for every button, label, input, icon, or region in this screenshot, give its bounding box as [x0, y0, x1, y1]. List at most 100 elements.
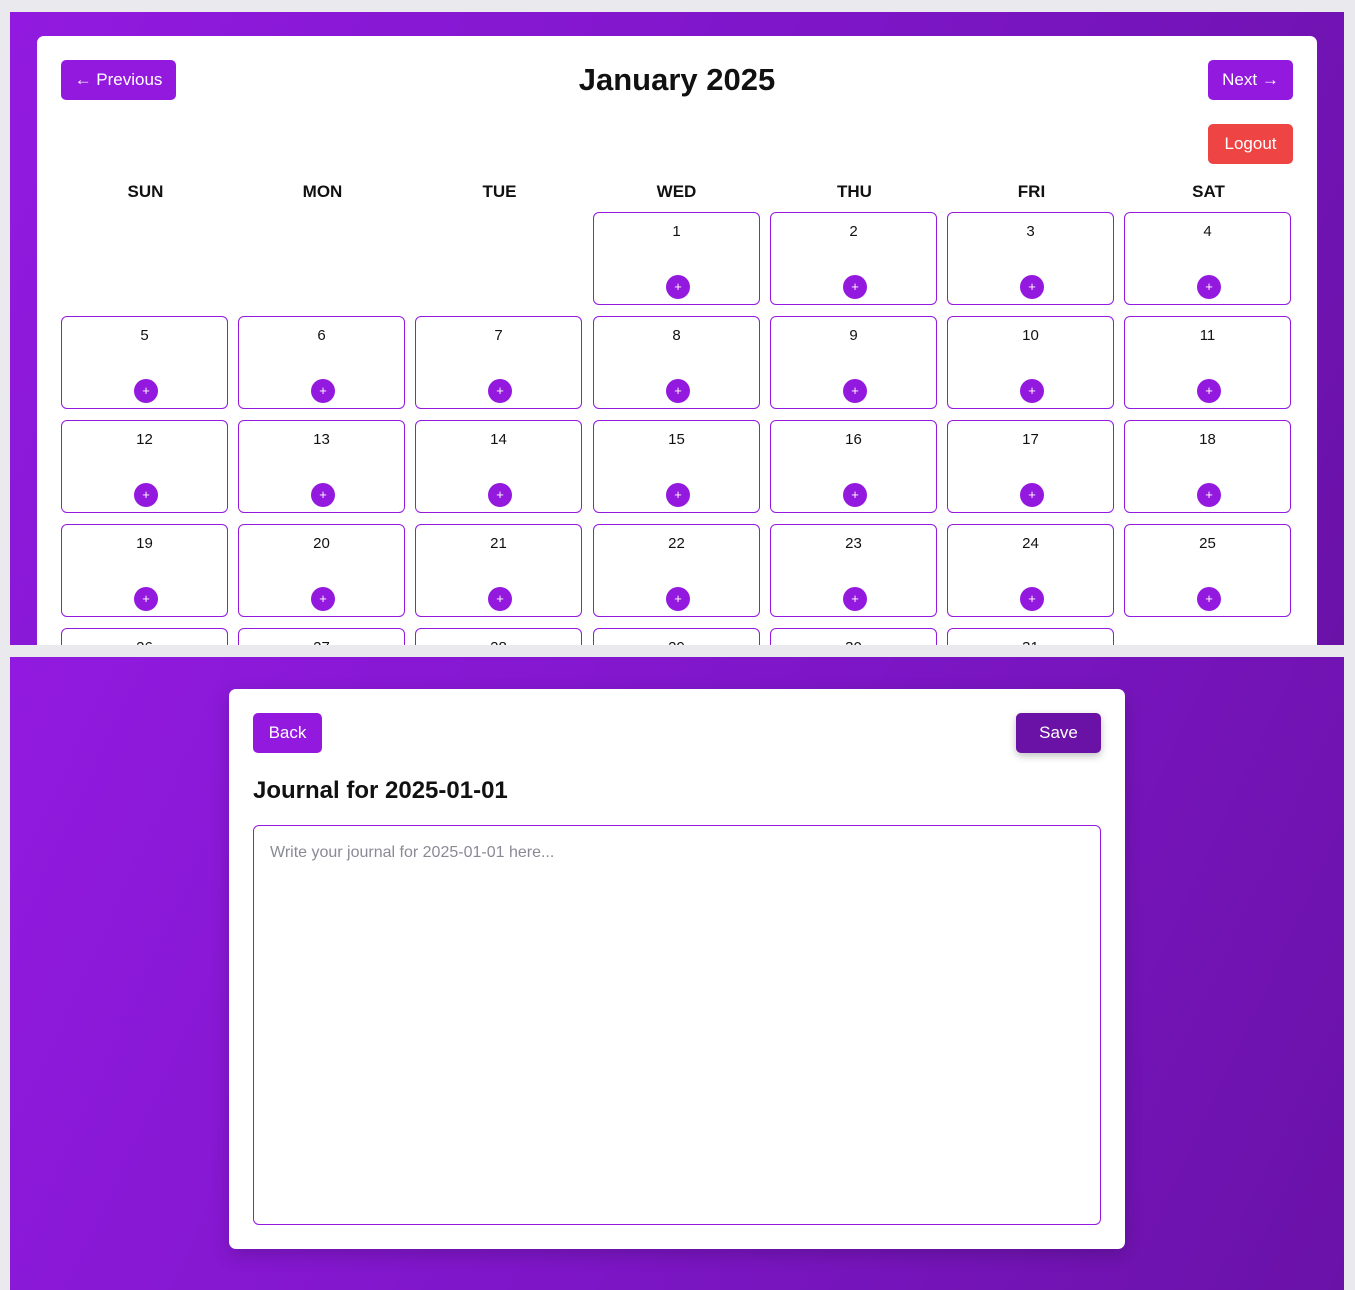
day-cell[interactable]: 30+: [770, 628, 937, 645]
day-cell[interactable]: 24 +: [947, 524, 1114, 617]
day-cell[interactable]: 5 +: [61, 316, 228, 409]
day-number: 9: [849, 327, 858, 344]
add-entry-icon[interactable]: +: [311, 587, 335, 611]
calendar-view: ← Previous January 2025 Next → Logout SU…: [10, 12, 1344, 645]
day-cell[interactable]: 15 +: [593, 420, 760, 513]
day-cell[interactable]: 13 +: [238, 420, 405, 513]
day-cell[interactable]: 6 +: [238, 316, 405, 409]
add-entry-icon[interactable]: +: [134, 587, 158, 611]
day-cell[interactable]: 21 +: [415, 524, 582, 617]
add-entry-icon[interactable]: +: [488, 483, 512, 507]
day-cell[interactable]: 12 +: [61, 420, 228, 513]
day-number: 31: [948, 639, 1113, 645]
day-cell[interactable]: 17 +: [947, 420, 1114, 513]
day-cell[interactable]: 26+: [61, 628, 228, 645]
add-entry-icon[interactable]: +: [666, 483, 690, 507]
day-cell[interactable]: 8 +: [593, 316, 760, 409]
add-entry-icon[interactable]: +: [843, 587, 867, 611]
month-title: January 2025: [578, 62, 776, 97]
add-entry-icon[interactable]: +: [843, 483, 867, 507]
day-cell[interactable]: 2 +: [770, 212, 937, 305]
day-number: 12: [136, 431, 153, 448]
logout-button[interactable]: Logout: [1208, 124, 1293, 164]
add-entry-icon[interactable]: +: [666, 379, 690, 403]
add-entry-icon[interactable]: +: [1020, 587, 1044, 611]
day-cell[interactable]: 1 +: [593, 212, 760, 305]
day-cell[interactable]: 18 +: [1124, 420, 1291, 513]
day-cell[interactable]: 23 +: [770, 524, 937, 617]
day-number: 16: [845, 431, 862, 448]
day-number: 1: [672, 223, 681, 240]
day-cell[interactable]: 14 +: [415, 420, 582, 513]
day-number: 17: [1022, 431, 1039, 448]
day-cell[interactable]: 16 +: [770, 420, 937, 513]
day-cell[interactable]: 10 +: [947, 316, 1114, 409]
day-number: 10: [1022, 327, 1039, 344]
add-entry-icon[interactable]: +: [843, 379, 867, 403]
weekday-label: MON: [302, 182, 343, 201]
day-number: 4: [1203, 223, 1212, 240]
add-entry-icon[interactable]: +: [1197, 483, 1221, 507]
day-cell[interactable]: 29+: [593, 628, 760, 645]
add-entry-icon[interactable]: +: [1020, 483, 1044, 507]
day-cell[interactable]: 20 +: [238, 524, 405, 617]
day-cell[interactable]: 19 +: [61, 524, 228, 617]
day-cell[interactable]: 28+: [415, 628, 582, 645]
calendar-card: ← Previous January 2025 Next → Logout SU…: [37, 36, 1317, 645]
day-number: 11: [1199, 327, 1216, 344]
day-cell[interactable]: 27+: [238, 628, 405, 645]
add-entry-icon[interactable]: +: [1020, 379, 1044, 403]
weekday-header-row: SUN MON TUE WED THU FRI SAT: [61, 180, 1293, 204]
back-button[interactable]: Back: [253, 713, 322, 753]
journal-view: Back Save Journal for 2025-01-01: [10, 657, 1344, 1290]
next-month-button[interactable]: Next →: [1208, 60, 1293, 100]
add-entry-icon[interactable]: +: [1197, 379, 1221, 403]
day-number: 19: [136, 535, 153, 552]
weekday-label: SAT: [1192, 182, 1225, 201]
day-number: 24: [1022, 535, 1039, 552]
day-number: 29: [594, 639, 759, 645]
day-cell[interactable]: 31+: [947, 628, 1114, 645]
weekday-label: FRI: [1017, 182, 1046, 201]
journal-card: Back Save Journal for 2025-01-01: [229, 689, 1125, 1249]
day-cell[interactable]: 9 +: [770, 316, 937, 409]
add-entry-icon[interactable]: +: [488, 587, 512, 611]
day-number: 2: [849, 223, 858, 240]
day-cell[interactable]: 22 +: [593, 524, 760, 617]
add-entry-icon[interactable]: +: [666, 275, 690, 299]
add-entry-icon[interactable]: +: [311, 379, 335, 403]
day-cell[interactable]: 3 +: [947, 212, 1114, 305]
day-number: 8: [672, 327, 681, 344]
add-entry-icon[interactable]: +: [843, 275, 867, 299]
day-number: 14: [490, 431, 507, 448]
journal-title: Journal for 2025-01-01: [253, 777, 508, 804]
day-number: 6: [317, 327, 326, 344]
day-cell[interactable]: 7 +: [415, 316, 582, 409]
add-entry-icon[interactable]: +: [134, 483, 158, 507]
day-number: 21: [490, 535, 507, 552]
day-cell[interactable]: 11 +: [1124, 316, 1291, 409]
add-entry-icon[interactable]: +: [134, 379, 158, 403]
day-number: 27: [239, 639, 404, 645]
add-entry-icon[interactable]: +: [1197, 587, 1221, 611]
day-number: 25: [1199, 535, 1216, 552]
day-number: 3: [1026, 223, 1035, 240]
day-number: 30: [771, 639, 936, 645]
add-entry-icon[interactable]: +: [666, 587, 690, 611]
add-entry-icon[interactable]: +: [488, 379, 512, 403]
day-cell[interactable]: 25 +: [1124, 524, 1291, 617]
day-cell[interactable]: 4 +: [1124, 212, 1291, 305]
day-number: 26: [62, 639, 227, 645]
day-number: 20: [313, 535, 330, 552]
add-entry-icon[interactable]: +: [1020, 275, 1044, 299]
weekday-label: TUE: [482, 182, 517, 201]
add-entry-icon[interactable]: +: [1197, 275, 1221, 299]
add-entry-icon[interactable]: +: [311, 483, 335, 507]
journal-textarea[interactable]: [253, 825, 1101, 1225]
day-number: 28: [416, 639, 581, 645]
day-number: 7: [494, 327, 503, 344]
day-number: 15: [668, 431, 685, 448]
save-button[interactable]: Save: [1016, 713, 1101, 753]
weekday-label: WED: [656, 182, 697, 201]
weekday-label: THU: [837, 182, 872, 201]
